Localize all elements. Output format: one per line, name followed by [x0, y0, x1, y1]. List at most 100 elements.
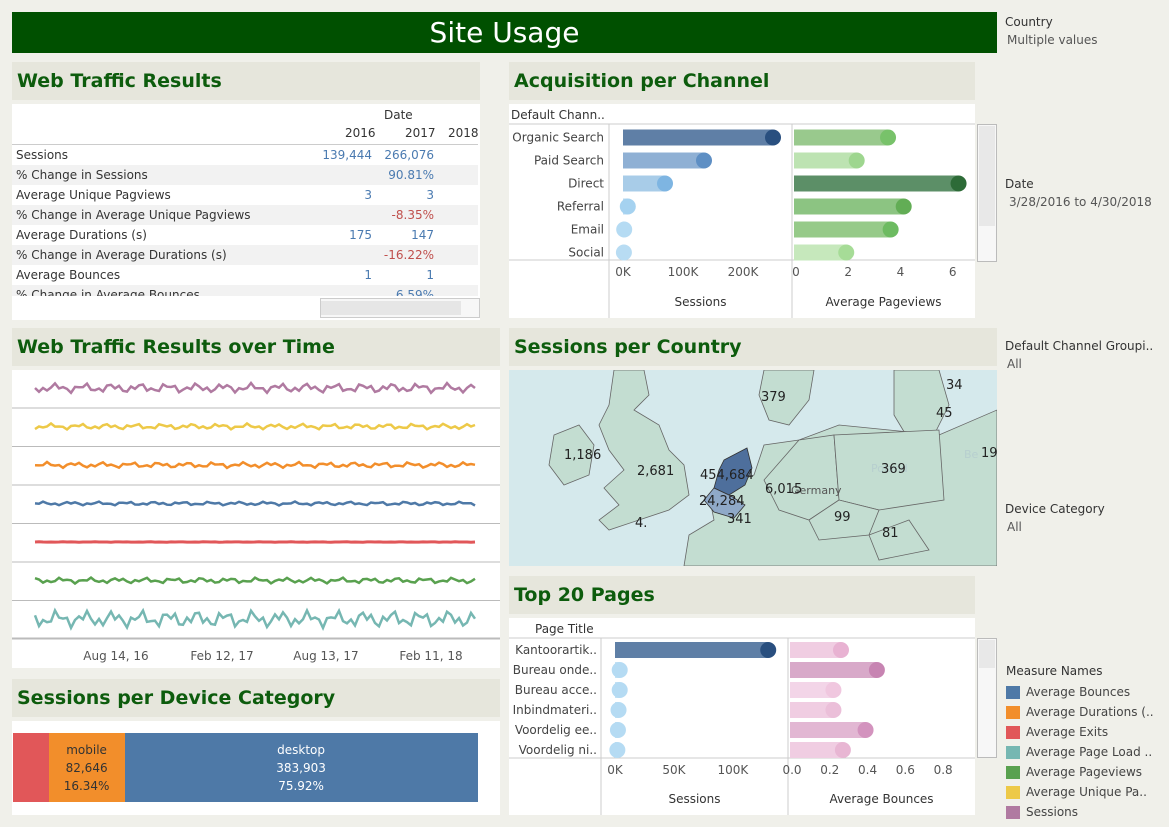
baltic-shape[interactable]	[893, 370, 950, 441]
category-label: Voordelig ni..	[519, 743, 597, 757]
country-map[interactable]: Germany Poland Be 34 379 45 1,186 2,681 454,6…	[509, 370, 997, 566]
legend-item[interactable]: Average Unique Pa..	[1006, 782, 1166, 802]
table-row: % Change in Average Bounces 6.59% 4.7	[12, 285, 478, 296]
x-tick-label: 4	[897, 265, 905, 279]
measure-bar[interactable]	[794, 152, 857, 169]
x-tick-label: Aug 14, 16	[83, 649, 148, 663]
category-label: Bureau onde..	[513, 663, 597, 677]
legend-label: Average Page Load ..	[1026, 745, 1153, 759]
country-filter[interactable]: Country Multiple values	[1005, 15, 1098, 47]
axis-title: Average Bounces	[829, 792, 933, 806]
sessions-dot[interactable]	[765, 129, 781, 146]
measure-dot[interactable]	[825, 682, 842, 698]
scroll-thumb[interactable]	[321, 301, 461, 315]
legend-item[interactable]: Average Pageviews	[1006, 762, 1166, 782]
sessions-bar[interactable]	[623, 152, 704, 169]
scroll-thumb[interactable]	[979, 126, 995, 226]
measure-dot[interactable]	[895, 198, 912, 215]
sparkline[interactable]	[33, 607, 477, 631]
acquisition-scrollbar[interactable]	[977, 124, 997, 262]
sparkline[interactable]	[34, 576, 476, 586]
measure-dot[interactable]	[848, 152, 865, 169]
sessions-bar[interactable]	[623, 129, 773, 146]
legend-item[interactable]: Average Exits	[1006, 722, 1166, 742]
top-pages-svg: Page Title Kantoorartik.. Bureau onde.. Bur…	[509, 622, 975, 815]
sessions-dot[interactable]	[619, 198, 636, 215]
x-tick-label: 100K	[668, 265, 700, 279]
sparkline-chart: Aug 14, 16 Feb 12, 17 Aug 13, 17 Feb 11, 18	[12, 380, 500, 663]
filter-label: Device Category	[1005, 502, 1105, 516]
sparkline[interactable]	[34, 421, 476, 431]
measure-dot[interactable]	[857, 722, 874, 738]
axis-title: Average Pageviews	[825, 295, 941, 309]
legend-item[interactable]: Average Bounces	[1006, 682, 1166, 702]
x-tick-label: 0.4	[858, 763, 877, 777]
table-cell: 1	[438, 225, 478, 245]
sessions-dot[interactable]	[657, 175, 673, 192]
dimension-header: Page Title	[535, 622, 594, 636]
measure-bar[interactable]	[794, 198, 904, 215]
filter-label: Default Channel Groupi..	[1005, 339, 1154, 353]
table-cell: -5.5	[438, 245, 478, 265]
horizontal-scrollbar[interactable]	[320, 298, 480, 318]
measure-bar[interactable]	[794, 129, 889, 146]
table-cell	[316, 245, 376, 265]
legend-item[interactable]: Sessions	[1006, 802, 1166, 822]
scroll-thumb[interactable]	[979, 640, 995, 668]
measure-bar[interactable]	[794, 221, 891, 238]
measure-dot[interactable]	[838, 244, 855, 261]
measure-bar[interactable]	[794, 175, 959, 192]
measure-dot[interactable]	[880, 129, 897, 146]
x-tick-label: Aug 13, 17	[293, 649, 358, 663]
country-value-label: 24,284	[699, 494, 745, 509]
belarus-watermark: Be	[964, 448, 979, 461]
sessions-dot[interactable]	[760, 642, 777, 658]
legend-item[interactable]: Average Page Load ..	[1006, 742, 1166, 762]
measure-dot[interactable]	[882, 221, 899, 238]
device-filter[interactable]: Device Category All	[1005, 502, 1105, 534]
sessions-dot[interactable]	[611, 682, 628, 698]
legend-item[interactable]: Average Durations (..	[1006, 702, 1166, 722]
sparkline[interactable]	[34, 500, 476, 507]
x-tick-label: 6	[949, 265, 957, 279]
date-filter[interactable]: Date 3/28/2016 to 4/30/2018	[1005, 177, 1152, 209]
sessions-dot[interactable]	[616, 221, 633, 238]
category-label: Organic Search	[512, 131, 604, 145]
sessions-dot[interactable]	[609, 722, 626, 738]
table-cell: 175	[349, 228, 372, 242]
device-segment[interactable]: desktop 383,903 75.92%	[124, 733, 478, 802]
measure-dot[interactable]	[825, 702, 842, 718]
table-cell: 100,1	[438, 145, 478, 165]
country-value-label: 2,681	[637, 464, 675, 479]
table-row: % Change in Sessions 90.81% -62.36	[12, 165, 478, 185]
sparkline[interactable]	[34, 380, 476, 395]
table-cell	[316, 205, 376, 225]
sessions-dot[interactable]	[609, 742, 626, 758]
measure-dot[interactable]	[834, 742, 851, 758]
device-segment[interactable]	[13, 733, 49, 802]
sessions-dot[interactable]	[696, 152, 712, 169]
measure-dot[interactable]	[868, 662, 885, 678]
measure-dot[interactable]	[833, 642, 849, 658]
sessions-dot[interactable]	[615, 244, 632, 261]
uk-shape[interactable]	[598, 370, 690, 531]
sparkline[interactable]	[34, 460, 476, 470]
table-cell	[438, 265, 478, 285]
segment-value: 82,646	[65, 761, 108, 775]
sessions-dot[interactable]	[611, 662, 628, 678]
web-traffic-table: Date 2016 2017 2018 Sessions 139,444 266,0…	[12, 104, 480, 320]
category-label: Voordelig ee..	[515, 723, 597, 737]
sessions-bar[interactable]	[615, 642, 769, 658]
measure-dot[interactable]	[950, 175, 967, 192]
sessions-dot[interactable]	[610, 702, 627, 718]
x-tick-label: Feb 12, 17	[190, 649, 253, 663]
device-segment[interactable]: mobile 82,646 16.34%	[48, 733, 125, 802]
channel-filter[interactable]: Default Channel Groupi.. All	[1005, 339, 1153, 371]
year-2018: 2018	[448, 126, 479, 140]
measure-bar[interactable]	[790, 662, 877, 678]
legend-label: Average Unique Pa..	[1026, 785, 1147, 799]
legend-label: Average Exits	[1026, 725, 1109, 739]
table-cell: 4.7	[438, 285, 478, 296]
measure-bar[interactable]	[790, 722, 866, 738]
top-pages-scrollbar[interactable]	[977, 638, 997, 758]
